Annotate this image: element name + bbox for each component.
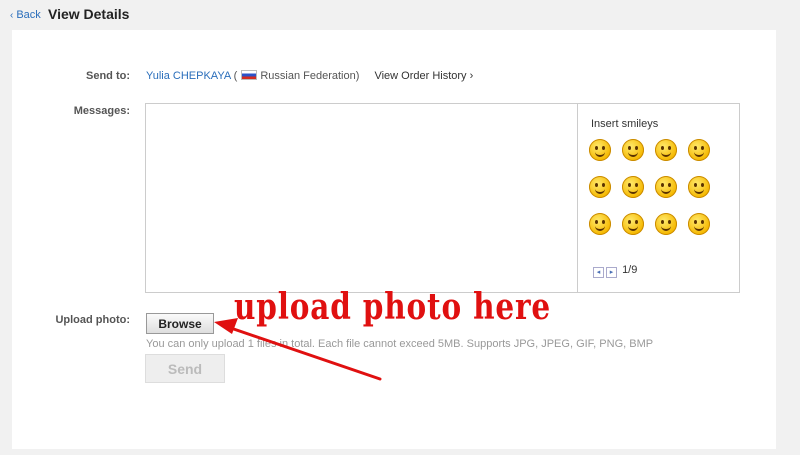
arrow-shaft	[220, 323, 382, 381]
annotation-arrow	[214, 318, 382, 381]
annotation-text: upload photo here	[234, 286, 551, 328]
